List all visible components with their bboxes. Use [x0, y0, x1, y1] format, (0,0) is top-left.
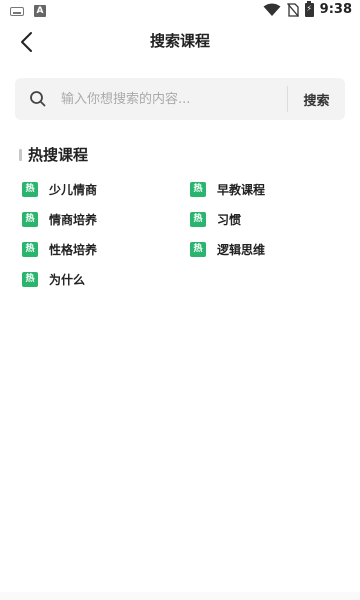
hot-badge: 热 [22, 181, 38, 197]
hot-badge: 热 [22, 271, 38, 287]
hot-item[interactable]: 热 为什么 [22, 269, 85, 289]
hot-item-label: 为什么 [49, 272, 86, 287]
a-icon: A [34, 5, 46, 17]
status-right-icons: 9:38 [263, 0, 352, 17]
hot-badge: 热 [190, 211, 206, 227]
search-bar: 搜索 [15, 78, 345, 120]
status-left-icons: A [10, 5, 46, 17]
hot-item-label: 习惯 [217, 212, 242, 227]
hot-item[interactable]: 热 逻辑思维 [190, 239, 265, 259]
hot-badge: 热 [190, 181, 206, 197]
hot-item-label: 情商培养 [49, 212, 98, 227]
hot-section-header: 热搜课程 [19, 144, 88, 165]
status-time: 9:38 [319, 2, 352, 17]
hot-badge: 热 [22, 211, 38, 227]
hot-item[interactable]: 热 习惯 [190, 209, 241, 229]
hot-item[interactable]: 热 早教课程 [190, 179, 265, 199]
section-marker [19, 148, 22, 161]
battery-charging-icon [304, 0, 314, 17]
hot-item[interactable]: 热 情商培养 [22, 209, 97, 229]
hot-item-label: 性格培养 [49, 242, 98, 257]
keyboard-icon [10, 6, 24, 16]
hot-badge: 热 [190, 241, 206, 257]
hot-item-label: 早教课程 [217, 182, 266, 197]
search-button[interactable]: 搜索 [288, 78, 345, 120]
no-sim-icon [286, 2, 299, 17]
search-icon [30, 91, 46, 107]
bottom-edge [0, 592, 360, 600]
status-bar: A 9:38 [0, 0, 360, 24]
hot-item[interactable]: 热 少儿情商 [22, 179, 97, 199]
hot-item[interactable]: 热 性格培养 [22, 239, 97, 259]
search-input[interactable] [61, 78, 287, 120]
wifi-icon [263, 3, 281, 16]
page-title: 搜索课程 [149, 32, 210, 50]
app-header: 搜索课程 [0, 24, 360, 58]
hot-badge: 热 [22, 241, 38, 257]
hot-section-title: 热搜课程 [28, 146, 89, 164]
hot-item-label: 逻辑思维 [217, 242, 266, 257]
hot-item-label: 少儿情商 [49, 182, 98, 197]
